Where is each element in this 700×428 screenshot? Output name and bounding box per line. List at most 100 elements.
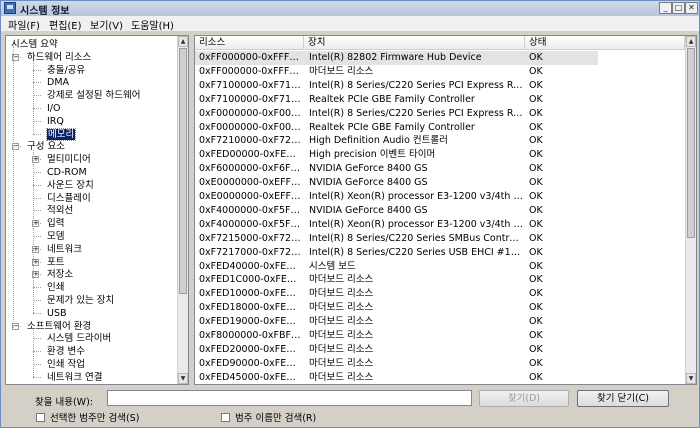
- menu-file[interactable]: 파일(F): [8, 17, 40, 32]
- tree-item[interactable]: 소프트웨어 환경: [27, 320, 91, 333]
- tree-item[interactable]: 강제로 설정된 하드웨어: [47, 89, 140, 102]
- resource-cell: 0xFED20000-0xFED3FFFF: [199, 343, 303, 355]
- checkbox-label: 선택한 범주만 검색(S): [50, 413, 140, 424]
- menu-edit[interactable]: 편집(E): [49, 17, 82, 32]
- find-button[interactable]: 찾기(D): [479, 390, 569, 407]
- tree-item[interactable]: 적외선: [47, 204, 73, 217]
- tree-item[interactable]: 충돌/공유: [47, 64, 85, 77]
- search-category-names-checkbox[interactable]: 범주 이름만 검색(R): [221, 410, 316, 424]
- tree-connector: [13, 46, 14, 330]
- tree-item[interactable]: 하드웨어 리소스: [27, 51, 91, 64]
- tree-item-label: 시스템 요약: [11, 39, 58, 50]
- tree-item[interactable]: 시스템 드라이버: [47, 332, 111, 345]
- column-header-device[interactable]: 장치: [304, 36, 525, 50]
- title-bar[interactable]: 시스템 정보 _ □ ✕: [1, 1, 699, 17]
- tree-item[interactable]: IRQ: [47, 115, 64, 128]
- scroll-down-icon[interactable]: ▼: [686, 373, 696, 384]
- tree-connector: [33, 329, 34, 377]
- tree-connector: [33, 210, 41, 212]
- table-row[interactable]: 0xF7217000-0xF72173FF Intel(R) 8 Series/C…: [195, 246, 684, 260]
- scroll-up-icon[interactable]: ▲: [686, 36, 696, 47]
- tree-item[interactable]: 메모리: [45, 127, 77, 141]
- table-row[interactable]: 0xFF000000-0xFFFFFFFF Intel(R) 82802 Firm…: [195, 51, 598, 65]
- column-header-resource[interactable]: 리소스: [195, 36, 304, 50]
- table-row[interactable]: 0xE0000000-0xEFFFFFFF Intel(R) Xeon(R) pr…: [195, 190, 684, 204]
- status-cell: OK: [529, 218, 543, 230]
- table-row[interactable]: 0xFED40000-0xFED44FFF 시스템 보드 OK: [195, 260, 684, 274]
- menu-view[interactable]: 보기(V): [90, 17, 123, 32]
- tree-item[interactable]: 포트: [47, 256, 64, 269]
- tree-item[interactable]: 환경 변수: [47, 345, 85, 358]
- scroll-down-icon[interactable]: ▼: [178, 373, 188, 384]
- tree-connector: [33, 197, 41, 199]
- list-vertical-scrollbar[interactable]: ▲ ▼: [685, 36, 696, 384]
- table-row[interactable]: 0xFED18000-0xFED18FFF 마더보드 리소스 OK: [195, 301, 684, 315]
- tree-item[interactable]: DMA: [47, 76, 69, 89]
- menu-help[interactable]: 도움말(H): [131, 17, 174, 32]
- minimize-button[interactable]: _: [659, 2, 672, 14]
- tree-item[interactable]: 입력: [47, 217, 64, 230]
- category-tree[interactable]: 시스템 요약 하드웨어 리소스 − 충돌/공유 DMA 강제로 설정된 하드웨어 I/O IR…: [5, 35, 189, 385]
- scroll-thumb[interactable]: [687, 48, 695, 238]
- tree-item-label: DMA: [47, 77, 70, 89]
- table-row[interactable]: 0xF4000000-0xF5FFFFFF Intel(R) Xeon(R) pr…: [195, 218, 684, 232]
- tree-item-label: 디스플레이: [47, 192, 91, 204]
- table-row[interactable]: 0xFED00000-0xFED003FF High precision 이벤트 …: [195, 148, 684, 162]
- tree-item-label: 하드웨어 리소스: [27, 51, 92, 63]
- details-list[interactable]: 리소스 장치 상태 0xFF000000-0xFFFFFFFF Intel(R) …: [194, 35, 697, 385]
- tree-item[interactable]: 문제가 있는 장치: [47, 294, 114, 307]
- scroll-up-icon[interactable]: ▲: [178, 36, 188, 47]
- table-row[interactable]: 0xFED1C000-0xFED1FFFF 마더보드 리소스 OK: [195, 273, 684, 287]
- tree-item[interactable]: 시스템 요약: [11, 38, 58, 51]
- status-cell: OK: [529, 135, 543, 147]
- tree-item[interactable]: 사운드 장치: [47, 179, 94, 192]
- tree-item[interactable]: 인쇄 작업: [47, 358, 85, 371]
- table-row[interactable]: 0xF6000000-0xF6FFFFFF NVIDIA GeForce 8400…: [195, 162, 684, 176]
- tree-item-label: 메모리: [45, 127, 77, 141]
- scroll-thumb[interactable]: [179, 48, 187, 294]
- find-input[interactable]: [107, 390, 472, 406]
- search-selected-category-checkbox[interactable]: 선택한 범주만 검색(S): [36, 410, 139, 424]
- table-row[interactable]: 0xF7100000-0xF71FFFFF Intel(R) 8 Series/C…: [195, 79, 684, 93]
- table-row[interactable]: 0xFED10000-0xFED17FFF 마더보드 리소스 OK: [195, 287, 684, 301]
- table-row[interactable]: 0xF0000000-0xF00FFFFF Intel(R) 8 Series/C…: [195, 107, 684, 121]
- tree-item[interactable]: 모뎀: [47, 230, 64, 243]
- tree-item[interactable]: USB: [47, 307, 67, 320]
- tree-item[interactable]: I/O: [47, 102, 60, 115]
- maximize-button[interactable]: □: [672, 2, 685, 14]
- table-row[interactable]: 0xF7215000-0xF72150FF Intel(R) 8 Series/C…: [195, 232, 684, 246]
- device-cell: Intel(R) 82802 Firmware Hub Device: [309, 52, 482, 63]
- tree-item[interactable]: CD-ROM: [47, 166, 87, 179]
- tree-item[interactable]: 네트워크 연결: [47, 371, 102, 384]
- tree-item[interactable]: 디스플레이: [47, 192, 91, 205]
- tree-item[interactable]: 멀티미디어: [47, 153, 91, 166]
- table-row[interactable]: 0xFED19000-0xFED19FFF 마더보드 리소스 OK: [195, 315, 684, 329]
- tree-item[interactable]: 저장소: [47, 268, 73, 281]
- tree-connector: [33, 236, 41, 237]
- status-cell: OK: [529, 107, 543, 119]
- system-info-app-icon: [4, 2, 16, 14]
- table-row[interactable]: 0xF0000000-0xF00FFFFF Realtek PCIe GBE Fa…: [195, 121, 684, 135]
- table-row[interactable]: 0xE0000000-0xEFFFFFFF NVIDIA GeForce 8400…: [195, 176, 684, 190]
- tree-item[interactable]: 네트워크: [47, 243, 82, 256]
- table-row[interactable]: 0xF8000000-0xFBFFFFFF 마더보드 리소스 OK: [195, 329, 684, 343]
- tree-vertical-scrollbar[interactable]: ▲ ▼: [177, 36, 188, 384]
- close-button[interactable]: ✕: [685, 2, 698, 14]
- tree-item-label: 소프트웨어 환경: [27, 320, 92, 332]
- table-row[interactable]: 0xFED90000-0xFED93FFF 마더보드 리소스 OK: [195, 357, 684, 371]
- table-row[interactable]: 0xFED45000-0xFED8FFFF 마더보드 리소스 OK: [195, 371, 684, 384]
- table-row[interactable]: 0xF7210000-0xF7213FFF High Definition Aud…: [195, 134, 684, 148]
- close-find-button[interactable]: 찾기 닫기(C): [577, 390, 669, 407]
- tree-item[interactable]: 인쇄: [47, 281, 64, 294]
- device-cell: NVIDIA GeForce 8400 GS: [309, 204, 428, 216]
- column-header-status[interactable]: 상태: [525, 36, 685, 50]
- resource-cell: 0xFF000000-0xFFFFFFFF: [199, 52, 303, 63]
- resource-cell: 0xFF000000-0xFFFFFFFF: [199, 65, 303, 77]
- table-row[interactable]: 0xFED20000-0xFED3FFFF 마더보드 리소스 OK: [195, 343, 684, 357]
- table-row[interactable]: 0xFF000000-0xFFFFFFFF 마더보드 리소스 OK: [195, 65, 684, 79]
- tree-connector: [33, 351, 41, 353]
- table-row[interactable]: 0xF7100000-0xF71FFFFF Realtek PCIe GBE Fa…: [195, 93, 684, 107]
- status-cell: OK: [529, 93, 543, 105]
- tree-item-label: 모뎀: [47, 231, 65, 242]
- table-row[interactable]: 0xF4000000-0xF5FFFFFF NVIDIA GeForce 8400…: [195, 204, 684, 218]
